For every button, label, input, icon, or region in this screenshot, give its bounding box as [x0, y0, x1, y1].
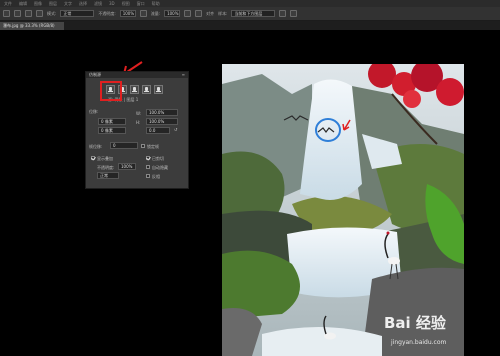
frame-offset-field[interactable]: 0 [110, 142, 138, 149]
auto-hide-label: 自动隐藏 [152, 165, 168, 170]
menu-bar: 文件 编辑 图像 图层 文字 选择 滤镜 3D 视图 窗口 帮助 [0, 0, 500, 7]
menu-item-2[interactable]: 图像 [34, 1, 42, 7]
show-overlay-label: 显示叠加 [97, 156, 113, 161]
flow-label: 流量: [150, 10, 161, 16]
invert-label: 反相 [152, 174, 160, 179]
mode-label: 模式: [47, 10, 57, 16]
sample-select[interactable]: 当前和下方图层 [231, 10, 276, 17]
menu-item-0[interactable]: 文件 [4, 1, 12, 7]
x-offset-field[interactable]: 0 像素 [98, 118, 126, 125]
brush-panel-toggle-icon[interactable] [25, 10, 32, 17]
height-field[interactable]: 100.0% [146, 118, 178, 125]
waterfall-photo[interactable]: Bai 经验 jingyan.baidu.com [222, 64, 464, 356]
aligned-checkbox[interactable] [195, 10, 203, 17]
baidu-watermark: Bai 经验 [384, 314, 446, 332]
mode-select[interactable]: 正常 [60, 10, 95, 17]
overlay-opacity-field[interactable]: 100% [118, 163, 136, 170]
overlay-blend-select[interactable]: 正常 [97, 172, 119, 179]
watermark-url: jingyan.baidu.com [391, 339, 447, 346]
menu-item-3[interactable]: 图层 [49, 1, 57, 7]
menu-item-9[interactable]: 窗口 [137, 1, 145, 7]
ignore-adjustment-layers-icon[interactable] [279, 10, 287, 17]
clone-source-5-icon[interactable] [154, 85, 163, 94]
width-label: W: [136, 111, 142, 116]
clone-source-panel-icon[interactable] [36, 10, 43, 17]
menu-item-8[interactable]: 视图 [122, 1, 130, 7]
opacity-field[interactable]: 100% [119, 10, 136, 17]
auto-hide-checkbox[interactable] [146, 165, 150, 169]
y-offset-field[interactable]: 0 像素 [98, 127, 126, 134]
aligned-label: 对齐 [206, 10, 215, 16]
brush-preset-icon[interactable] [14, 10, 21, 17]
flow-field[interactable]: 100% [164, 10, 181, 17]
show-overlay-checkbox[interactable] [91, 156, 95, 160]
lock-frame-label: 锁定帧 [147, 144, 159, 149]
clipped-label: 已剪切 [152, 156, 164, 161]
opacity-label: 不透明度: [98, 10, 116, 16]
clone-stamp-tool-icon[interactable] [3, 10, 10, 17]
overlay-opacity-label: 不透明度: [97, 165, 115, 170]
clone-source-4-icon[interactable] [142, 85, 151, 94]
clone-source-3-icon[interactable] [130, 85, 139, 94]
document-tab[interactable]: 瀑布.jpg @ 33.3% (RGB/8) [0, 22, 64, 30]
offset-label: 位移: [89, 109, 99, 114]
pressure-opacity-icon[interactable] [139, 10, 147, 17]
clipped-checkbox[interactable] [146, 156, 150, 160]
menu-item-4[interactable]: 文字 [64, 1, 72, 7]
airbrush-icon[interactable] [184, 10, 192, 17]
panel-title: 仿制源 [89, 72, 101, 77]
panel-header: 仿制源 ≡ [86, 72, 188, 78]
menu-item-5[interactable]: 选择 [79, 1, 87, 7]
width-field[interactable]: 100.0% [146, 109, 178, 116]
panel-menu-icon[interactable]: ≡ [182, 72, 185, 78]
menu-item-7[interactable]: 3D [109, 1, 115, 6]
document-tab-bar: 瀑布.jpg @ 33.3% (RGB/8) [0, 21, 500, 30]
menu-item-6[interactable]: 滤镜 [94, 1, 102, 7]
height-label: H: [136, 120, 141, 125]
annotation-red-box [100, 81, 122, 101]
pressure-size-icon[interactable] [290, 10, 298, 17]
lock-frame-checkbox[interactable] [141, 144, 145, 148]
reset-transform-icon[interactable]: ↺ [174, 127, 177, 132]
tool-options-bar: 模式: 正常 不透明度: 100% 流量: 100% 对齐 样本: 当前和下方图… [0, 7, 500, 21]
menu-item-10[interactable]: 帮助 [152, 1, 160, 7]
invert-checkbox[interactable] [146, 174, 150, 178]
menu-item-1[interactable]: 编辑 [19, 1, 27, 7]
sample-label: 样本: [218, 10, 228, 16]
angle-field[interactable]: 0.0 [146, 127, 170, 134]
frame-offset-label: 帧位移: [89, 144, 103, 149]
